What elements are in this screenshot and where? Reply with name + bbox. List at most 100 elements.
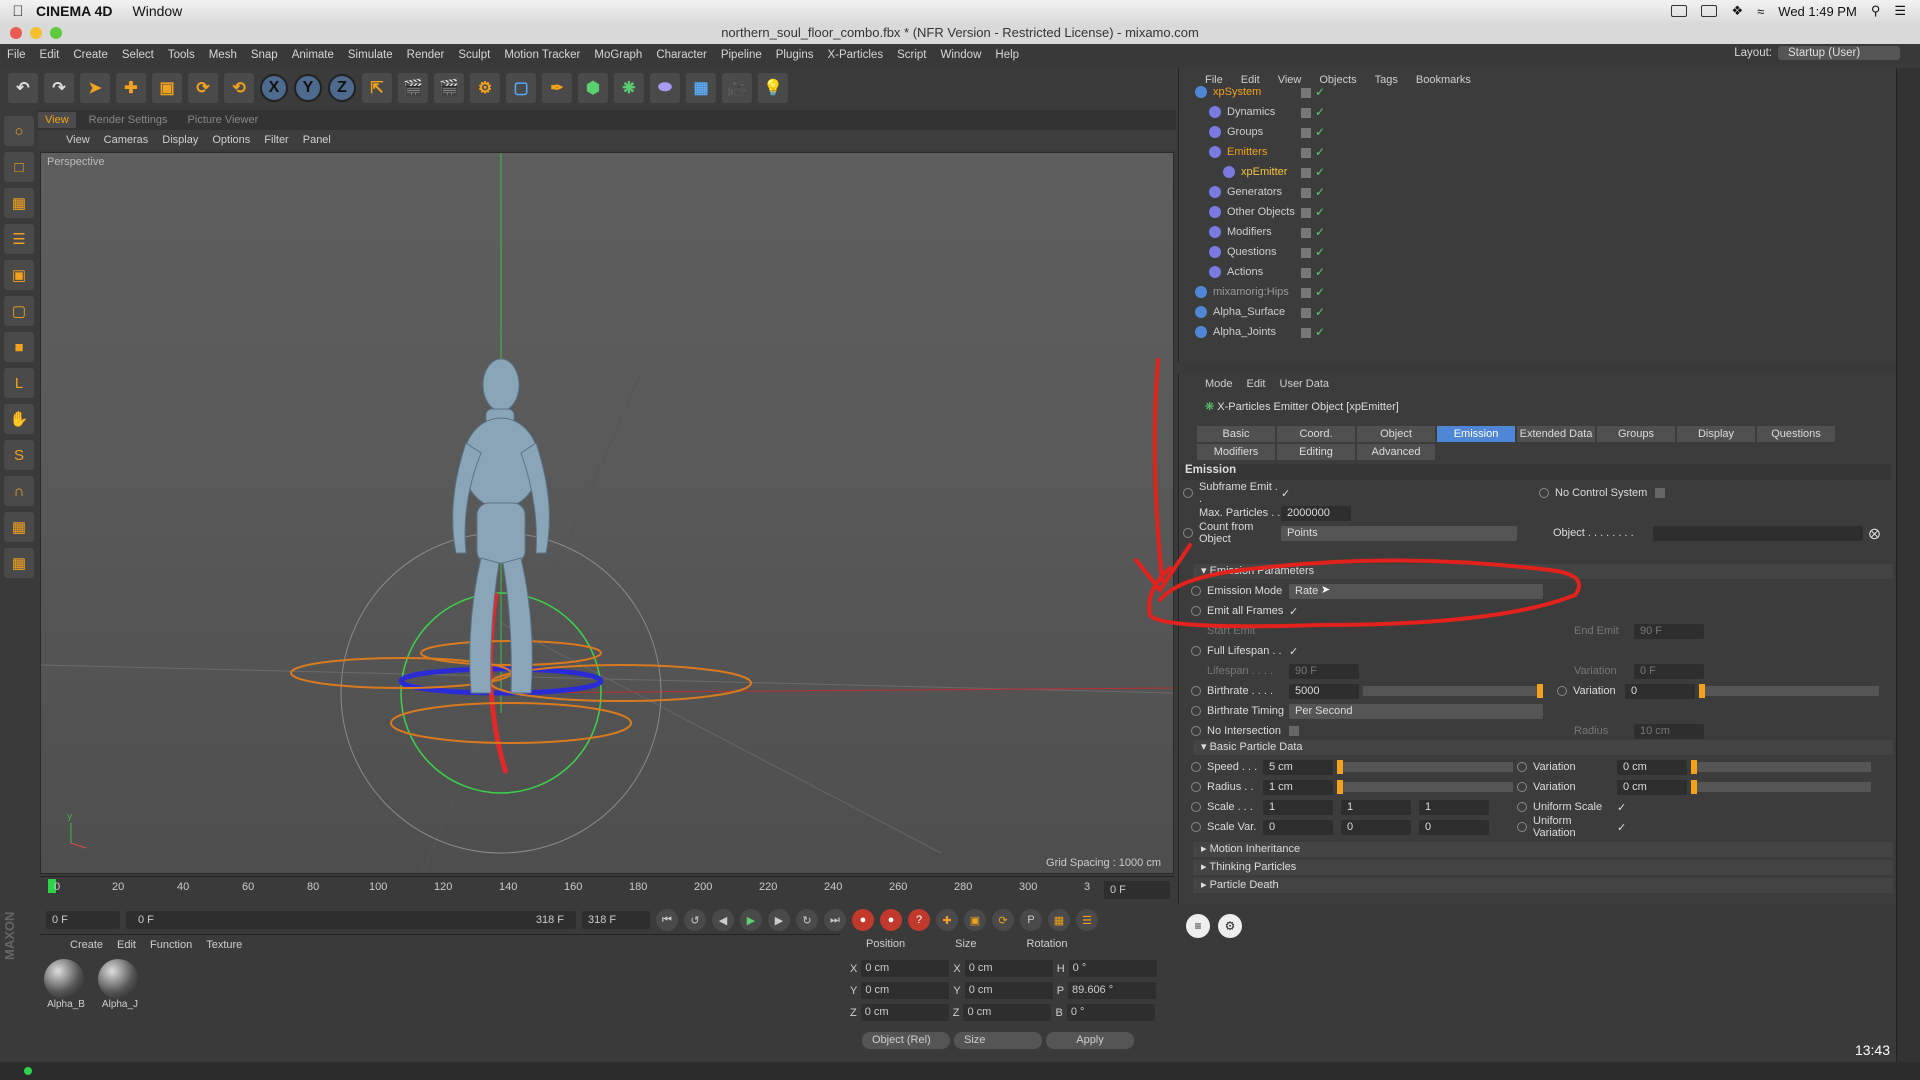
menu-snap[interactable]: Snap [244, 49, 285, 61]
keyframe-dot[interactable] [1191, 782, 1201, 792]
magnet-icon[interactable]: ∩ [4, 476, 34, 506]
keyframe-dot[interactable] [1183, 528, 1193, 538]
object-row[interactable]: Emitters ✓ [1179, 142, 1509, 162]
tab-coord[interactable]: Coord. [1277, 426, 1355, 442]
end-frame-field[interactable]: 318 F [582, 911, 650, 929]
scale-var-z-field[interactable]: 0 [1419, 819, 1489, 835]
radius-slider[interactable] [1337, 780, 1513, 794]
mac-app-name[interactable]: CINEMA 4D [36, 3, 113, 19]
menu-plugins[interactable]: Plugins [769, 49, 821, 61]
deformer-icon[interactable]: ⬬ [650, 73, 680, 103]
redo-icon[interactable]: ↷ [44, 73, 74, 103]
select-tool-icon[interactable]: ➤ [80, 73, 110, 103]
visibility-check-icon[interactable]: ✓ [1301, 285, 1325, 299]
motion-inheritance-header[interactable]: ▸ Motion Inheritance [1193, 842, 1893, 857]
menu-motion-tracker[interactable]: Motion Tracker [497, 49, 587, 61]
material-menu-create[interactable]: Create [70, 939, 103, 951]
rotation-b-field[interactable]: 0 ° [1066, 1004, 1155, 1021]
point-level-key-icon[interactable]: ▦ [1048, 909, 1070, 931]
recent-tool-icon[interactable]: ⟲ [224, 73, 254, 103]
thinking-particles-header[interactable]: ▸ Thinking Particles [1193, 860, 1893, 875]
keyframe-dot[interactable] [1517, 782, 1527, 792]
viewport-menu-display[interactable]: Display [162, 134, 198, 146]
timeline-window-icon[interactable]: ☰ [1076, 909, 1098, 931]
keyframe-dot[interactable] [1539, 488, 1549, 498]
keyframe-dot[interactable] [1191, 706, 1201, 716]
no-intersection-checkbox[interactable] [1289, 726, 1299, 736]
pick-object-icon[interactable]: ⨂ [1869, 527, 1880, 540]
menu-help[interactable]: Help [988, 49, 1026, 61]
position-y-field[interactable]: 0 cm [861, 982, 950, 999]
x-axis-lock-button[interactable]: X [260, 74, 288, 102]
birthrate-variation-slider[interactable] [1699, 684, 1879, 698]
camera-icon[interactable]: 🎥 [722, 73, 752, 103]
keyframe-selection-icon[interactable]: ? [908, 909, 930, 931]
scale-key-icon[interactable]: ▣ [964, 909, 986, 931]
edges-mode-icon[interactable]: ▢ [4, 296, 34, 326]
floor-icon[interactable]: ▦ [686, 73, 716, 103]
end-emit-field[interactable]: 90 F [1634, 623, 1704, 639]
workplane-grid-icon[interactable]: ▦ [4, 512, 34, 542]
start-frame-field[interactable]: 0 F [46, 911, 120, 929]
parameter-key-icon[interactable]: P [1020, 909, 1042, 931]
keyframe-dot[interactable] [1191, 646, 1201, 656]
keyframe-dot[interactable] [1191, 606, 1201, 616]
keyframe-dot[interactable] [1191, 686, 1201, 696]
render-view-icon[interactable]: 🎬 [398, 73, 428, 103]
coordinate-system-icon[interactable]: ⇱ [362, 73, 392, 103]
tab-questions[interactable]: Questions [1757, 426, 1835, 442]
close-window-button[interactable] [10, 27, 22, 39]
slider-knob[interactable] [1691, 760, 1697, 774]
tab-emission[interactable]: Emission [1437, 426, 1515, 442]
tab-picture-viewer[interactable]: Picture Viewer [181, 112, 266, 128]
birthrate-timing-select[interactable]: Per Second [1289, 703, 1543, 719]
coordinate-mode-select[interactable]: Object (Rel) [862, 1032, 950, 1049]
play-icon[interactable]: ▶ [740, 909, 762, 931]
viewport-menu-options[interactable]: Options [212, 134, 250, 146]
object-row[interactable]: mixamorig:Hips ✓ [1179, 282, 1509, 302]
count-from-object-select[interactable]: Points [1281, 525, 1517, 541]
tab-object[interactable]: Object [1357, 426, 1435, 442]
visibility-check-icon[interactable]: ✓ [1301, 105, 1325, 119]
preview-range-slider[interactable]: 0 F 318 F [126, 911, 576, 929]
object-row[interactable]: Other Objects ✓ [1179, 202, 1509, 222]
tab-view[interactable]: View [38, 112, 76, 128]
mac-menu-window[interactable]: Window [133, 3, 183, 19]
light-icon[interactable]: 💡 [758, 73, 788, 103]
menu-simulate[interactable]: Simulate [341, 49, 400, 61]
visibility-check-icon[interactable]: ✓ [1301, 85, 1325, 99]
tab-groups[interactable]: Groups [1597, 426, 1675, 442]
autokeying-icon[interactable]: ● [880, 909, 902, 931]
snapping-icon[interactable]: S [4, 440, 34, 470]
menu-tools[interactable]: Tools [161, 49, 202, 61]
locked-workplane-icon[interactable]: ▦ [4, 548, 34, 578]
radius-variation-field[interactable]: 0 cm [1617, 779, 1687, 795]
viewport-menu-view[interactable]: View [66, 134, 90, 146]
keyframe-dot[interactable] [1183, 488, 1193, 498]
emission-mode-select[interactable]: Rate ➤ [1289, 583, 1543, 599]
go-to-start-icon[interactable]: ⏮ [656, 909, 678, 931]
material-item[interactable]: Alpha_J [98, 959, 142, 1010]
next-frame-icon[interactable]: ▶ [768, 909, 790, 931]
speed-variation-field[interactable]: 0 cm [1617, 759, 1687, 775]
birthrate-slider[interactable] [1363, 684, 1543, 698]
emit-all-frames-checkbox[interactable]: ✓ [1289, 605, 1298, 618]
tab-extended-data[interactable]: Extended Data [1517, 426, 1595, 442]
viewport-menu-cameras[interactable]: Cameras [104, 134, 149, 146]
scale-var-x-field[interactable]: 0 [1263, 819, 1333, 835]
search-icon[interactable]: ⚲ [1871, 3, 1881, 19]
menu-character[interactable]: Character [649, 49, 714, 61]
go-to-end-icon[interactable]: ⏭ [824, 909, 846, 931]
slider-knob[interactable] [1537, 684, 1543, 698]
visibility-check-icon[interactable]: ✓ [1301, 265, 1325, 279]
points-mode-icon[interactable]: ▣ [4, 260, 34, 290]
axis-mode-icon[interactable]: L [4, 368, 34, 398]
max-particles-field[interactable]: 2000000 [1281, 505, 1351, 521]
object-row[interactable]: Alpha_Surface ✓ [1179, 302, 1509, 322]
right-panel-tabs[interactable] [1896, 68, 1920, 1068]
position-x-field[interactable]: 0 cm [861, 960, 950, 977]
material-menu-edit[interactable]: Edit [117, 939, 136, 951]
scale-z-field[interactable]: 1 [1419, 799, 1489, 815]
scale-tool-icon[interactable]: ▣ [152, 73, 182, 103]
menu-create[interactable]: Create [66, 49, 115, 61]
